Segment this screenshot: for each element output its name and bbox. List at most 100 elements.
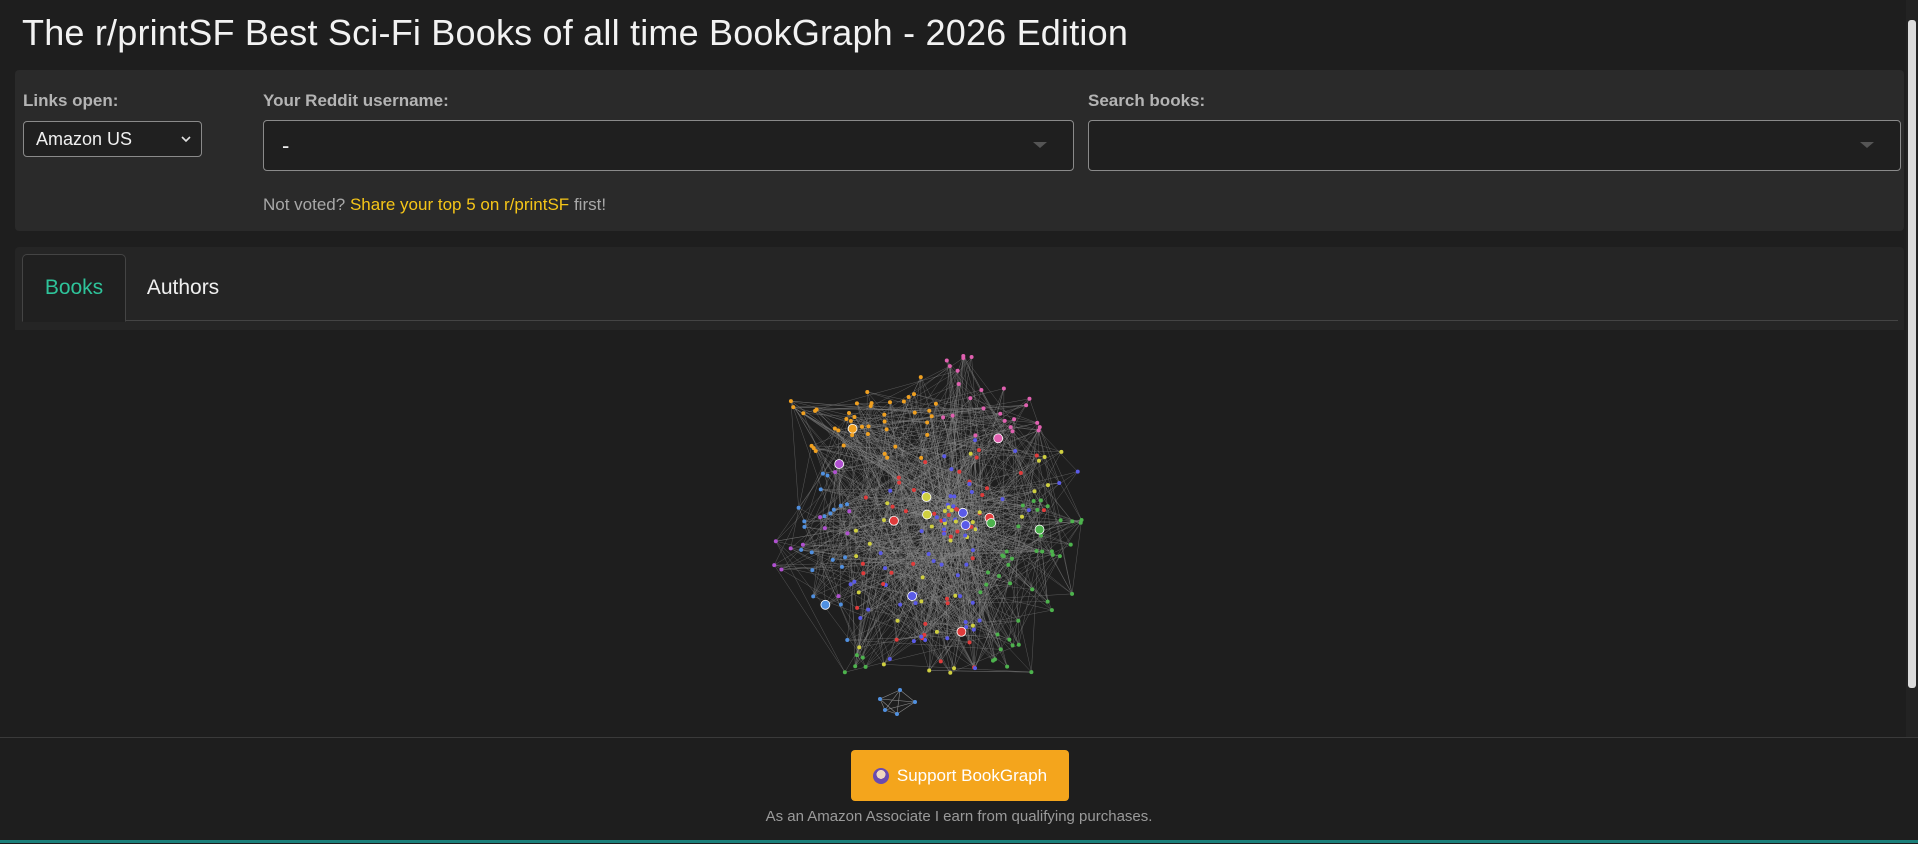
book-node[interactable]: [832, 426, 837, 431]
book-node[interactable]: [970, 520, 975, 525]
book-node[interactable]: [1049, 608, 1054, 613]
book-node[interactable]: [939, 562, 944, 567]
book-node[interactable]: [887, 657, 892, 662]
share-top5-link[interactable]: Share your top 5 on r/printSF: [350, 195, 569, 214]
book-node[interactable]: [911, 487, 916, 492]
book-node[interactable]: [1010, 643, 1015, 648]
book-node[interactable]: [813, 408, 818, 413]
book-node[interactable]: [788, 546, 793, 551]
book-node[interactable]: [948, 670, 953, 675]
book-node[interactable]: [944, 358, 949, 363]
book-node[interactable]: [973, 438, 978, 443]
book-node[interactable]: [1026, 508, 1031, 513]
book-node[interactable]: [860, 655, 865, 660]
book-node[interactable]: [1020, 503, 1025, 508]
book-node[interactable]: [1016, 642, 1021, 647]
book-node[interactable]: [820, 471, 825, 476]
book-node[interactable]: [1007, 637, 1012, 642]
book-node[interactable]: [942, 454, 947, 459]
book-node[interactable]: [893, 444, 898, 449]
book-node[interactable]: [881, 582, 886, 587]
book-node[interactable]: [844, 416, 849, 421]
book-node[interactable]: [1001, 554, 1006, 559]
book-node[interactable]: [919, 634, 924, 639]
book-node[interactable]: [1030, 587, 1035, 592]
book-node[interactable]: [1045, 483, 1050, 488]
book-node[interactable]: [822, 514, 827, 519]
book-node[interactable]: [998, 647, 1003, 652]
book-node[interactable]: [1068, 542, 1073, 547]
book-node[interactable]: [820, 599, 831, 610]
book-node[interactable]: [822, 526, 827, 531]
book-node[interactable]: [895, 712, 899, 716]
book-node[interactable]: [978, 590, 983, 595]
book-node[interactable]: [1038, 498, 1043, 503]
book-node[interactable]: [853, 528, 858, 533]
book-node[interactable]: [1001, 386, 1006, 391]
book-node[interactable]: [996, 574, 1001, 579]
book-node[interactable]: [773, 539, 778, 544]
book-node[interactable]: [998, 411, 1003, 416]
book-node[interactable]: [894, 637, 899, 642]
book-node[interactable]: [796, 505, 801, 510]
book-node[interactable]: [854, 554, 859, 559]
book-node[interactable]: [791, 405, 796, 410]
book-node[interactable]: [842, 670, 847, 675]
book-node[interactable]: [926, 552, 931, 557]
book-node[interactable]: [889, 570, 894, 575]
book-node[interactable]: [976, 448, 981, 453]
book-node[interactable]: [845, 502, 850, 507]
book-node[interactable]: [970, 556, 975, 561]
book-node[interactable]: [934, 629, 939, 634]
book-node[interactable]: [1049, 549, 1054, 554]
book-node[interactable]: [854, 653, 859, 658]
book-node[interactable]: [970, 600, 975, 605]
book-node[interactable]: [941, 415, 946, 420]
book-node[interactable]: [948, 534, 953, 539]
book-node[interactable]: [920, 575, 925, 580]
book-node[interactable]: [890, 504, 895, 509]
book-node[interactable]: [896, 475, 901, 480]
book-node[interactable]: [1035, 420, 1040, 425]
book-node[interactable]: [984, 582, 989, 587]
book-node[interactable]: [971, 627, 976, 632]
book-node[interactable]: [836, 428, 841, 433]
book-node[interactable]: [931, 558, 936, 563]
book-node[interactable]: [901, 399, 906, 404]
book-node[interactable]: [788, 399, 793, 404]
book-node[interactable]: [799, 547, 804, 552]
book-node[interactable]: [867, 541, 872, 546]
book-node[interactable]: [818, 515, 823, 520]
book-node[interactable]: [957, 469, 962, 474]
book-node[interactable]: [913, 700, 917, 704]
book-node[interactable]: [853, 664, 858, 669]
book-node[interactable]: [1016, 618, 1021, 623]
book-node[interactable]: [802, 519, 807, 524]
book-node[interactable]: [912, 410, 917, 415]
book-node[interactable]: [1034, 549, 1039, 554]
book-node[interactable]: [1031, 499, 1036, 504]
book-node[interactable]: [884, 427, 889, 432]
book-node[interactable]: [865, 432, 870, 437]
book-node[interactable]: [1041, 508, 1046, 513]
book-node[interactable]: [946, 513, 951, 518]
book-node[interactable]: [779, 567, 784, 572]
book-node[interactable]: [883, 566, 888, 571]
book-node[interactable]: [947, 364, 952, 369]
book-graph[interactable]: [15, 330, 1904, 737]
book-node[interactable]: [836, 594, 841, 599]
book-node[interactable]: [969, 355, 974, 360]
book-node[interactable]: [949, 508, 954, 513]
book-node[interactable]: [973, 666, 978, 671]
book-node[interactable]: [883, 708, 887, 712]
book-node[interactable]: [977, 510, 982, 515]
book-node[interactable]: [857, 645, 862, 650]
book-node[interactable]: [859, 424, 864, 429]
book-node[interactable]: [969, 490, 974, 495]
book-node[interactable]: [882, 451, 887, 456]
book-node[interactable]: [948, 538, 953, 543]
book-node[interactable]: [1006, 562, 1011, 567]
book-node[interactable]: [898, 602, 903, 607]
book-node[interactable]: [838, 602, 843, 607]
book-node[interactable]: [973, 433, 978, 438]
